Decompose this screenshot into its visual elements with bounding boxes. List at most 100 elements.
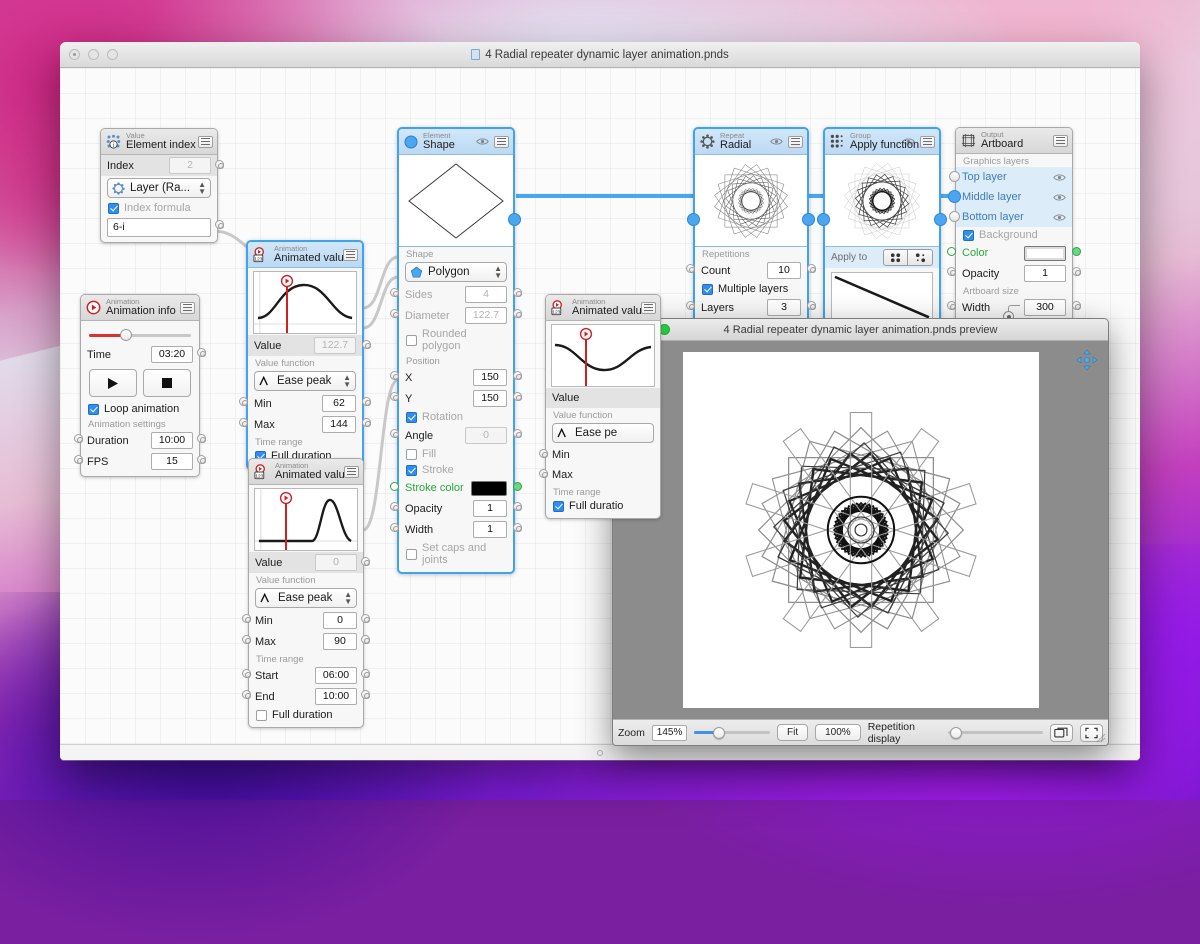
end-field[interactable]: 10:00 (315, 688, 357, 705)
fps-input-port[interactable] (74, 455, 83, 464)
x-row[interactable]: X 150 (399, 367, 513, 388)
layers-field[interactable]: 3 (767, 299, 801, 316)
y-field[interactable]: 150 (473, 390, 507, 407)
repetition-slider-knob[interactable] (950, 727, 962, 739)
preview-stage[interactable] (613, 341, 1108, 719)
sides-row[interactable]: Sides 4 (399, 284, 513, 305)
width-output-port[interactable] (513, 523, 522, 532)
select-stepper-icon[interactable]: ▲▼ (343, 374, 351, 388)
middle-layer-input-port[interactable] (948, 190, 961, 203)
formula-input[interactable]: 6-i (107, 218, 211, 237)
value-function-row[interactable]: Ease peak ▲▼ (249, 586, 363, 610)
min-output-port[interactable] (362, 397, 371, 406)
node-header[interactable]: Group Apply function (825, 129, 939, 155)
max-input-port[interactable] (239, 418, 248, 427)
multiple-layers-checkbox[interactable]: Multiple layers (695, 281, 807, 297)
value-function-row[interactable]: Ease peak ▲▼ (248, 369, 362, 393)
index-row[interactable]: Index 2 (101, 155, 217, 176)
node-animated-value-2[interactable]: 123 Animation Animated value (248, 458, 364, 728)
x-output-port[interactable] (513, 371, 522, 380)
playhead-marker-icon[interactable] (280, 274, 294, 288)
middle-layer-row[interactable]: Middle layer (956, 187, 1072, 207)
value-curve-graph[interactable] (551, 324, 655, 387)
node-header[interactable]: 123 Animation Animated value (248, 242, 362, 268)
stroke-color-output-port[interactable] (513, 482, 522, 491)
caps-joints-checkbox[interactable]: Set caps and joints (399, 540, 513, 572)
stroke-checkbox[interactable]: Stroke (399, 462, 513, 478)
full-duration-checkbox[interactable]: Full duratio (546, 498, 660, 518)
fill-checkbox[interactable]: Fill (399, 446, 513, 462)
checkbox-box[interactable] (88, 404, 99, 415)
apply-function-input-port[interactable] (817, 213, 830, 226)
angle-row[interactable]: Angle 0 (399, 425, 513, 446)
background-checkbox[interactable]: Background (956, 227, 1072, 243)
checkbox-box[interactable] (406, 465, 417, 476)
node-menu-button[interactable] (344, 466, 359, 478)
node-shape[interactable]: Element Shape Shape (397, 127, 515, 574)
value-curve-graph[interactable] (253, 271, 357, 334)
rotation-checkbox[interactable]: Rotation (399, 409, 513, 425)
node-animated-value-3[interactable]: 123 Animation Animated value (545, 294, 661, 519)
node-header[interactable]: 123 Animation Animated value (546, 295, 660, 321)
opacity-row[interactable]: Opacity 1 (399, 498, 513, 519)
top-layer-input-port[interactable] (949, 171, 960, 182)
top-layer-eye-icon[interactable] (1053, 173, 1066, 182)
diameter-row[interactable]: Diameter 122.7 (399, 305, 513, 326)
node-header[interactable]: Element Shape (399, 129, 513, 155)
angle-field[interactable]: 0 (465, 427, 507, 444)
node-animated-value-1[interactable]: 123 Animation Animated value (246, 240, 364, 470)
artboard-opacity-field[interactable]: 1 (1024, 265, 1066, 282)
fps-value-field[interactable]: 15 (151, 453, 193, 470)
zoom-button[interactable] (107, 49, 118, 60)
layers-input-port[interactable] (686, 301, 695, 310)
bottom-layer-eye-icon[interactable] (1053, 213, 1066, 222)
end-output-port[interactable] (361, 690, 370, 699)
node-menu-button[interactable] (1053, 135, 1068, 147)
shape-output-port[interactable] (508, 213, 521, 226)
node-menu-button[interactable] (641, 302, 656, 314)
value-function-select[interactable]: Ease peak ▲▼ (255, 588, 357, 608)
node-menu-button[interactable] (180, 302, 195, 314)
value-row[interactable]: Value (546, 388, 660, 408)
zoom-slider[interactable] (694, 726, 770, 740)
full-duration-checkbox[interactable]: Full duration (249, 707, 363, 727)
playhead-marker-icon[interactable] (279, 491, 293, 505)
apply-to-all-icon[interactable] (883, 249, 908, 266)
bottom-layer-input-port[interactable] (949, 211, 960, 222)
value-output-port[interactable] (361, 557, 370, 566)
width-input-port[interactable] (390, 523, 399, 532)
y-row[interactable]: Y 150 (399, 388, 513, 409)
count-field[interactable]: 10 (767, 262, 801, 279)
node-header[interactable]: Animation Animation info (81, 295, 199, 321)
radial-output-port[interactable] (802, 213, 815, 226)
apply-to-some-icon[interactable] (908, 249, 933, 266)
count-row[interactable]: Count 10 (695, 260, 807, 281)
visibility-eye-icon[interactable] (476, 137, 489, 146)
index-formula-checkbox[interactable]: Index formula (101, 200, 217, 216)
min-row[interactable]: Min 0 (249, 610, 363, 631)
min-input-port[interactable] (539, 449, 548, 458)
playhead-marker-icon[interactable] (579, 327, 593, 341)
max-field[interactable]: 90 (323, 633, 357, 650)
zoom-100-button[interactable]: 100% (815, 724, 861, 741)
node-header[interactable]: Repeat Radial (695, 129, 807, 155)
checkbox-box[interactable] (406, 549, 417, 560)
checkbox-box[interactable] (406, 449, 417, 460)
zoom-value-field[interactable]: 145% (652, 725, 687, 741)
formula-row[interactable]: 6-i (101, 216, 217, 242)
node-element-index[interactable]: i Value Element index Index 2 (100, 128, 218, 243)
middle-layer-eye-icon[interactable] (1053, 193, 1066, 202)
start-field[interactable]: 06:00 (315, 667, 357, 684)
artboard-opacity-input-port[interactable] (947, 267, 956, 276)
index-value-field[interactable]: 2 (169, 157, 211, 174)
artboard-width-input-port[interactable] (947, 301, 956, 310)
fit-button[interactable]: Fit (777, 724, 808, 741)
min-input-port[interactable] (239, 397, 248, 406)
formula-output-port[interactable] (215, 220, 224, 229)
color-input-port[interactable] (947, 247, 956, 256)
stroke-color-row[interactable]: Stroke color (399, 478, 513, 498)
value-row[interactable]: Value 0 (249, 552, 363, 573)
end-input-port[interactable] (242, 690, 251, 699)
checkbox-box[interactable] (963, 230, 974, 241)
shape-select[interactable]: Polygon ▲▼ (405, 262, 507, 282)
